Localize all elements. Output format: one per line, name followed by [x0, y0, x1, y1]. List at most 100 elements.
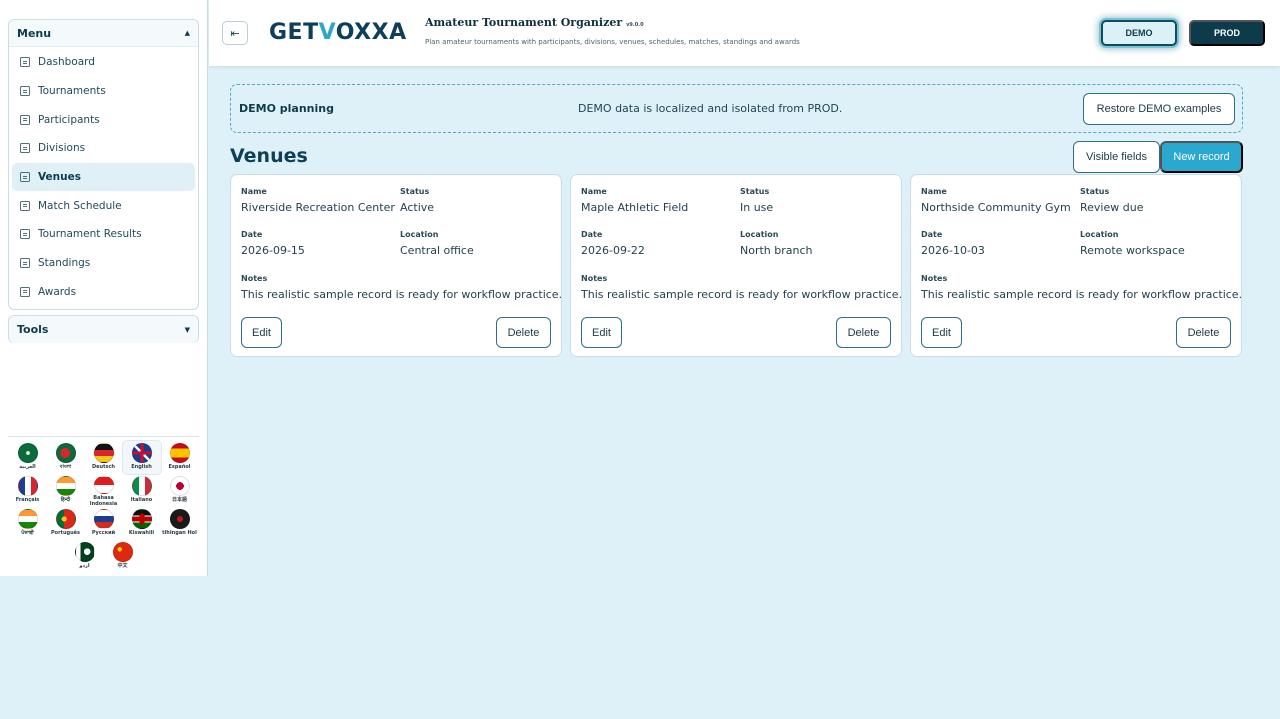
demo-banner: DEMO planning DEMO data is localized and…: [230, 84, 1243, 133]
chevron-down-icon[interactable]: ▼: [185, 326, 190, 334]
germany-flag-icon: [93, 443, 114, 463]
saudi-arabia-flag-icon: [17, 443, 38, 463]
language-option[interactable]: Kiswahili: [123, 507, 161, 540]
field-label: Date: [241, 230, 263, 239]
language-label: 中文: [117, 563, 128, 569]
banner-label: DEMO planning: [239, 102, 334, 115]
field-label: Name: [241, 187, 267, 196]
delete-button[interactable]: Delete: [1176, 317, 1231, 348]
language-option[interactable]: Deutsch: [85, 441, 123, 474]
language-option[interactable]: tlhIngan Hol: [161, 507, 199, 540]
demo-environment-button[interactable]: DEMO: [1101, 20, 1177, 46]
language-label: اردو: [79, 563, 90, 569]
language-option[interactable]: Bahasa Indonesia: [85, 474, 123, 507]
tools-panel-header[interactable]: Tools ▼: [9, 316, 198, 343]
document-icon: [20, 172, 30, 183]
restore-demo-button[interactable]: Restore DEMO examples: [1083, 93, 1235, 125]
language-option[interactable]: العربية: [9, 441, 47, 474]
language-option[interactable]: اردو: [66, 540, 104, 573]
field-status: Status Review due: [1080, 187, 1143, 214]
field-name: Name Northside Community Gym: [921, 187, 1071, 214]
france-flag-icon: [17, 476, 38, 496]
field-value: Central office: [400, 244, 474, 257]
sidebar-item-tournament-results[interactable]: Tournament Results: [12, 220, 195, 249]
field-label: Location: [1080, 230, 1119, 239]
delete-button[interactable]: Delete: [836, 317, 891, 348]
sidebar-item-label: Venues: [38, 171, 81, 184]
sidebar-item-label: Participants: [38, 113, 100, 126]
sidebar-item-standings[interactable]: Standings: [12, 249, 195, 278]
language-option[interactable]: Português: [47, 507, 85, 540]
field-label: Location: [740, 230, 779, 239]
document-icon: [20, 200, 30, 211]
document-icon: [20, 286, 30, 297]
document-icon: [20, 57, 30, 68]
getvoxxa-logo: GETVOXXA: [269, 20, 407, 45]
language-option[interactable]: 日本語: [161, 474, 199, 507]
sidebar-item-venues[interactable]: Venues: [12, 162, 195, 192]
menu-list: Dashboard Tournaments Participants Divis…: [9, 47, 198, 306]
language-label: हिन्दी: [60, 497, 71, 503]
document-icon: [20, 86, 30, 97]
language-option[interactable]: Italiano: [123, 474, 161, 507]
record-card: Name Riverside Recreation Center Status Ac…: [230, 174, 562, 357]
language-option[interactable]: 中文: [104, 540, 142, 573]
prod-environment-button[interactable]: PROD: [1189, 20, 1265, 46]
app-header: ⇤ GETVOXXA Amateur Tournament Organizer v…: [209, 0, 1280, 66]
field-label: Name: [921, 187, 947, 196]
language-option[interactable]: বাংলা: [47, 441, 85, 474]
sidebar-toggle-button[interactable]: ⇤: [222, 21, 248, 45]
chevron-up-icon[interactable]: ▲: [185, 29, 190, 37]
menu-panel-header[interactable]: Menu ▲: [9, 20, 198, 47]
edit-button[interactable]: Edit: [921, 317, 962, 348]
field-label: Notes: [581, 274, 608, 283]
japan-flag-icon: [169, 476, 190, 496]
language-selector: العربية বাংলা Deutsch English Español Fr…: [8, 436, 199, 573]
pakistan-flag-icon: [74, 542, 95, 562]
delete-button[interactable]: Delete: [496, 317, 551, 348]
language-option[interactable]: Français: [9, 474, 47, 507]
document-icon: [20, 229, 30, 240]
india-flag-icon: [17, 509, 38, 529]
language-option[interactable]: Español: [161, 441, 199, 474]
field-date: Date 2026-09-22: [581, 230, 645, 257]
new-record-button[interactable]: New record: [1160, 141, 1243, 173]
language-option[interactable]: English: [121, 440, 162, 475]
language-label: Deutsch: [92, 464, 115, 470]
language-label: Português: [50, 530, 81, 536]
language-label: العربية: [19, 464, 36, 470]
sidebar-item-divisions[interactable]: Divisions: [12, 134, 195, 163]
sidebar-item-dashboard[interactable]: Dashboard: [12, 48, 195, 77]
document-icon: [20, 258, 30, 269]
field-value: This realistic sample record is ready fo…: [241, 288, 563, 301]
field-label: Notes: [241, 274, 268, 283]
language-option[interactable]: Русский: [85, 507, 123, 540]
document-icon: [20, 143, 30, 154]
sidebar-item-match-schedule[interactable]: Match Schedule: [12, 191, 195, 220]
language-option[interactable]: ਪੰਜਾਬੀ: [9, 507, 47, 540]
sidebar-item-participants[interactable]: Participants: [12, 105, 195, 134]
app-subtitle: Plan amateur tournaments with participan…: [425, 38, 800, 46]
field-date: Date 2026-10-03: [921, 230, 985, 257]
language-option[interactable]: हिन्दी: [47, 474, 85, 507]
language-label: Kiswahili: [128, 530, 155, 536]
indonesia-flag-icon: [93, 476, 114, 494]
field-location: Location Remote workspace: [1080, 230, 1185, 257]
edit-button[interactable]: Edit: [581, 317, 622, 348]
edit-button[interactable]: Edit: [241, 317, 282, 348]
field-value: North branch: [740, 244, 813, 257]
field-value: Northside Community Gym: [921, 201, 1071, 214]
field-value: Review due: [1080, 201, 1144, 214]
field-name: Name Maple Athletic Field: [581, 187, 688, 214]
tools-panel[interactable]: Tools ▼: [8, 315, 199, 343]
visible-fields-button[interactable]: Visible fields: [1073, 141, 1160, 173]
field-name: Name Riverside Recreation Center: [241, 187, 395, 214]
app-title-text: Amateur Tournament Organizer: [425, 16, 623, 29]
uk-flag-icon: [131, 443, 152, 463]
record-card: Name Northside Community Gym Status Review…: [910, 174, 1242, 357]
sidebar-item-tournaments[interactable]: Tournaments: [12, 77, 195, 106]
sidebar-item-awards[interactable]: Awards: [12, 278, 195, 307]
field-value: Riverside Recreation Center: [241, 201, 395, 214]
banner-text: DEMO data is localized and isolated from…: [578, 102, 843, 115]
india-flag-icon: [55, 476, 76, 496]
